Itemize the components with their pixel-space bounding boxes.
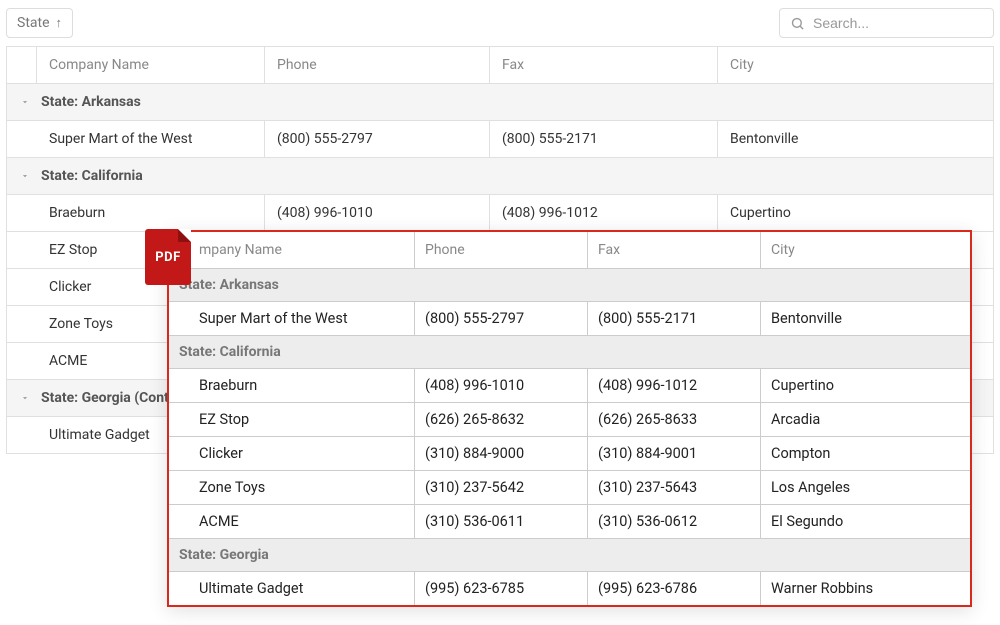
search-box[interactable] [779,8,994,38]
cell-phone: (408) 996-1010 [265,195,490,231]
pdf-header-fax: Fax [588,232,761,268]
cell-city: Cupertino [718,195,993,231]
pdf-cell-phone: (800) 555-2797 [415,302,588,335]
search-input[interactable] [813,15,983,31]
expand-spacer [7,232,37,268]
pdf-group-row: State: Georgia [169,539,970,572]
pdf-cell-fax: (408) 996-1012 [588,369,761,402]
sort-asc-icon: ↑ [56,15,63,31]
pdf-cell-phone: (310) 884-9000 [415,437,588,470]
toolbar: State ↑ [0,0,1000,46]
pdf-cell-phone: (310) 536-0611 [415,505,588,538]
pdf-table-row: Super Mart of the West(800) 555-2797(800… [169,302,970,336]
chevron-down-icon[interactable] [13,97,37,107]
pdf-cell-phone: (408) 996-1010 [415,369,588,402]
pdf-group-row: State: Arkansas [169,269,970,302]
cell-city: Bentonville [718,121,993,157]
chevron-down-icon[interactable] [13,393,37,403]
cell-fax: (408) 996-1012 [490,195,718,231]
table-row[interactable]: Super Mart of the West(800) 555-2797(800… [7,121,993,158]
group-row[interactable]: State: Arkansas [7,84,993,121]
pdf-cell-phone: (626) 265-8632 [415,403,588,436]
pdf-header-company: mpany Name [169,232,415,268]
pdf-cell-fax: (995) 623-6786 [588,572,761,605]
pdf-table-row: ACME(310) 536-0611(310) 536-0612El Segun… [169,505,970,539]
group-chip-label: State [17,15,50,31]
pdf-cell-company: Super Mart of the West [169,302,415,335]
expand-spacer [7,306,37,342]
pdf-cell-phone: (310) 237-5642 [415,471,588,504]
pdf-cell-city: Cupertino [761,369,970,402]
pdf-table-row: Zone Toys(310) 237-5642(310) 237-5643Los… [169,471,970,505]
table-row[interactable]: Braeburn(408) 996-1010(408) 996-1012Cupe… [7,195,993,232]
pdf-cell-company: Braeburn [169,369,415,402]
pdf-body: State: ArkansasSuper Mart of the West(80… [169,269,970,605]
pdf-cell-company: ACME [169,505,415,538]
pdf-cell-phone: (995) 623-6785 [415,572,588,605]
pdf-cell-fax: (310) 237-5643 [588,471,761,504]
group-label: State: Arkansas [37,94,141,110]
pdf-cell-city: El Segundo [761,505,970,538]
pdf-export-preview: PDF mpany Name Phone Fax City State: Ark… [167,230,972,607]
pdf-header-city: City [761,232,970,268]
expand-spacer [7,269,37,305]
pdf-table-row: Braeburn(408) 996-1010(408) 996-1012Cupe… [169,369,970,403]
grid-header-phone[interactable]: Phone [265,47,490,83]
grid-header-expand-col [7,47,37,83]
pdf-cell-fax: (310) 884-9001 [588,437,761,470]
cell-fax: (800) 555-2171 [490,121,718,157]
pdf-cell-fax: (800) 555-2171 [588,302,761,335]
pdf-cell-company: Zone Toys [169,471,415,504]
expand-spacer [7,121,37,157]
pdf-header: mpany Name Phone Fax City [169,232,970,269]
pdf-icon: PDF [145,229,191,285]
pdf-cell-city: Los Angeles [761,471,970,504]
pdf-cell-city: Warner Robbins [761,572,970,605]
pdf-cell-company: Clicker [169,437,415,470]
pdf-table-row: Clicker(310) 884-9000(310) 884-9001Compt… [169,437,970,471]
pdf-group-row: State: California [169,336,970,369]
cell-company: Super Mart of the West [37,121,265,157]
pdf-badge-label: PDF [155,250,180,265]
pdf-cell-company: EZ Stop [169,403,415,436]
expand-spacer [7,417,37,453]
search-icon [790,16,805,31]
cell-phone: (800) 555-2797 [265,121,490,157]
pdf-cell-city: Compton [761,437,970,470]
pdf-cell-fax: (310) 536-0612 [588,505,761,538]
group-label: State: California [37,168,143,184]
group-by-state-chip[interactable]: State ↑ [6,8,73,38]
pdf-header-phone: Phone [415,232,588,268]
expand-spacer [7,343,37,379]
group-row[interactable]: State: California [7,158,993,195]
pdf-table-row: Ultimate Gadget(995) 623-6785(995) 623-6… [169,572,970,605]
group-label: State: Georgia (Continu [37,390,188,406]
grid-header-fax[interactable]: Fax [490,47,718,83]
pdf-cell-company: Ultimate Gadget [169,572,415,605]
grid-header: Company Name Phone Fax City [7,47,993,84]
grid-header-city[interactable]: City [718,47,993,83]
cell-company: Braeburn [37,195,265,231]
pdf-table-row: EZ Stop(626) 265-8632(626) 265-8633Arcad… [169,403,970,437]
pdf-cell-city: Arcadia [761,403,970,436]
chevron-down-icon[interactable] [13,171,37,181]
grid-header-company[interactable]: Company Name [37,47,265,83]
expand-spacer [7,195,37,231]
pdf-cell-fax: (626) 265-8633 [588,403,761,436]
pdf-cell-city: Bentonville [761,302,970,335]
